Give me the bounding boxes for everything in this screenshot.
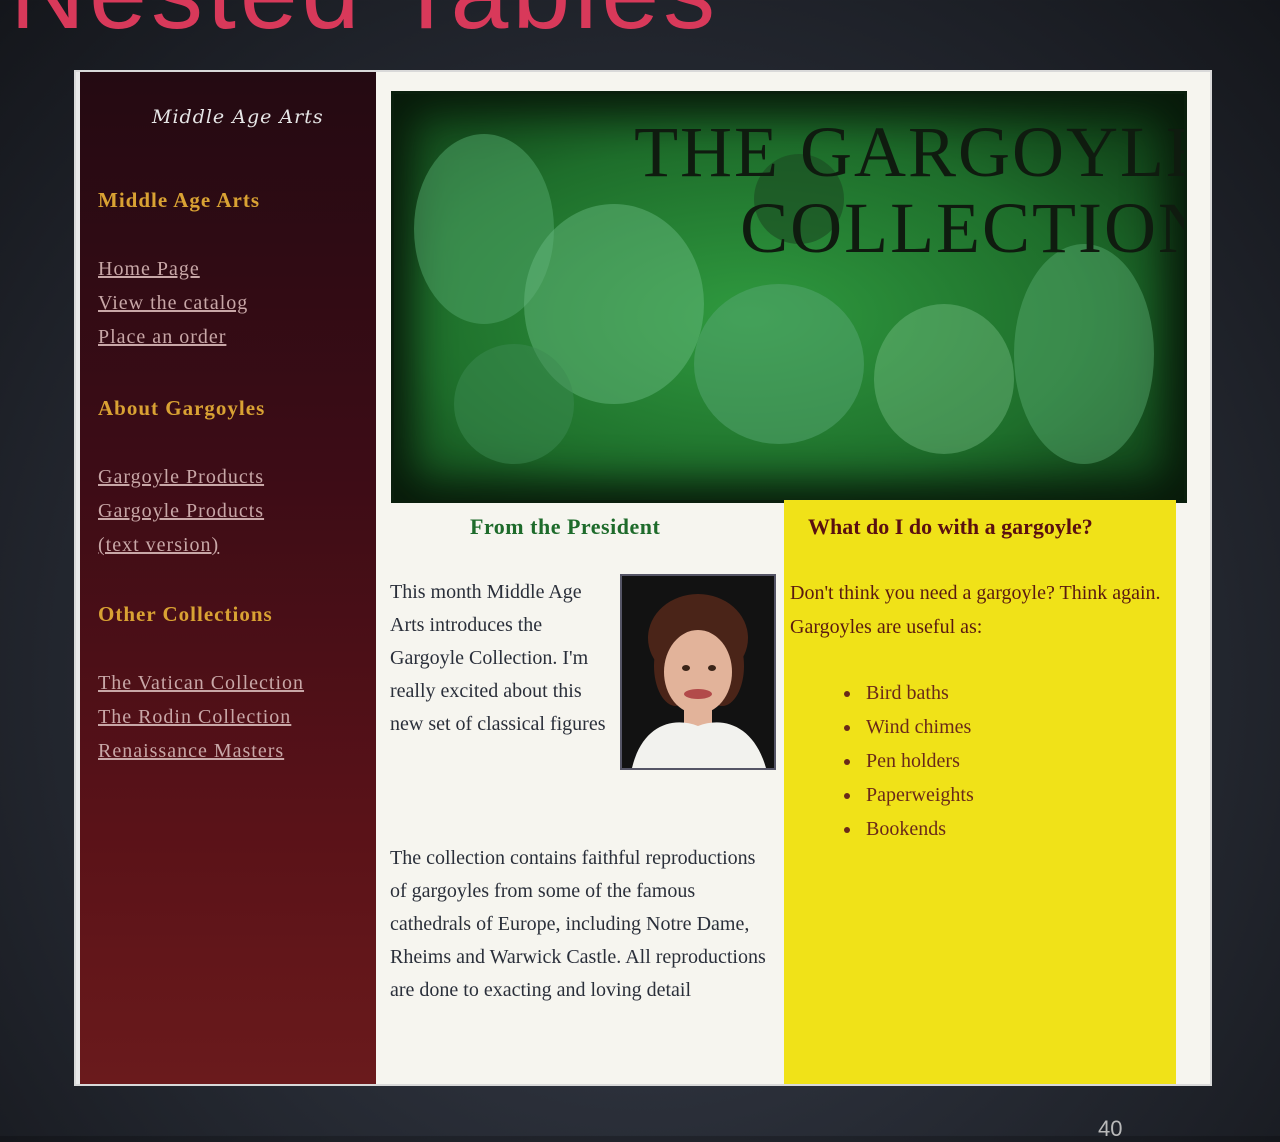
banner-title-line-2: COLLECTION xyxy=(740,188,1184,268)
president-intro-text: This month Middle Age Arts introduces th… xyxy=(390,581,606,735)
president-body-text: The collection contains faithful reprodu… xyxy=(390,847,766,1001)
nav-group-other-collections: The Vatican Collection The Rodin Collect… xyxy=(98,666,304,768)
main-content: THE GARGOYLE COLLECTION From the Preside… xyxy=(376,72,1210,1084)
gargoyle-uses-list: Bird baths Wind chimes Pen holders Paper… xyxy=(842,676,974,846)
president-column: From the President This month Middle Age… xyxy=(376,500,784,1084)
list-item: Bookends xyxy=(862,812,974,846)
list-item: Wind chimes xyxy=(862,710,974,744)
president-photo xyxy=(622,576,774,768)
nav-link-text-version[interactable]: (text version) xyxy=(98,528,264,562)
webpage-screenshot: Middle Age Arts Middle Age Arts Home Pag… xyxy=(76,72,1210,1084)
gargoyle-banner-image: THE GARGOYLE COLLECTION xyxy=(394,94,1184,500)
president-heading: From the President xyxy=(470,514,661,539)
nav-link-gargoyle-products[interactable]: Gargoyle Products xyxy=(98,460,264,494)
list-item: Bird baths xyxy=(862,676,974,710)
nav-group-middle-age-arts: Home Page View the catalog Place an orde… xyxy=(98,252,248,354)
nav-link-view-catalog[interactable]: View the catalog xyxy=(98,286,248,320)
nav-link-vatican-collection[interactable]: The Vatican Collection xyxy=(98,666,304,700)
banner-title: THE GARGOYLE COLLECTION xyxy=(634,114,1184,266)
nav-link-home-page[interactable]: Home Page xyxy=(98,252,248,286)
nav-heading-other-collections: Other Collections xyxy=(98,602,273,626)
site-logo: Middle Age Arts xyxy=(152,106,324,128)
list-item: Paperweights xyxy=(862,778,974,812)
slide-page-number: 40 xyxy=(1098,1116,1123,1141)
list-item: Pen holders xyxy=(862,744,974,778)
nav-link-renaissance-masters[interactable]: Renaissance Masters xyxy=(98,734,304,768)
nav-heading-about-gargoyles: About Gargoyles xyxy=(98,396,266,420)
nav-link-place-order[interactable]: Place an order xyxy=(98,320,248,354)
slide-title: Nested Tables xyxy=(0,0,1280,48)
gargoyle-uses-intro: Don't think you need a gargoyle? Think a… xyxy=(790,582,1161,638)
gargoyle-uses-heading: What do I do with a gargoyle? xyxy=(808,514,1093,539)
nav-link-rodin-collection[interactable]: The Rodin Collection xyxy=(98,700,304,734)
nav-group-about-gargoyles: Gargoyle Products Gargoyle Products (tex… xyxy=(98,460,264,562)
banner-title-line-1: THE GARGOYLE xyxy=(634,112,1184,192)
nav-link-gargoyle-products-text[interactable]: Gargoyle Products xyxy=(98,494,264,528)
gargoyle-uses-column: What do I do with a gargoyle? Don't thin… xyxy=(784,500,1176,1084)
nav-heading-middle-age-arts: Middle Age Arts xyxy=(98,188,260,212)
sidebar: Middle Age Arts Middle Age Arts Home Pag… xyxy=(76,72,376,1084)
